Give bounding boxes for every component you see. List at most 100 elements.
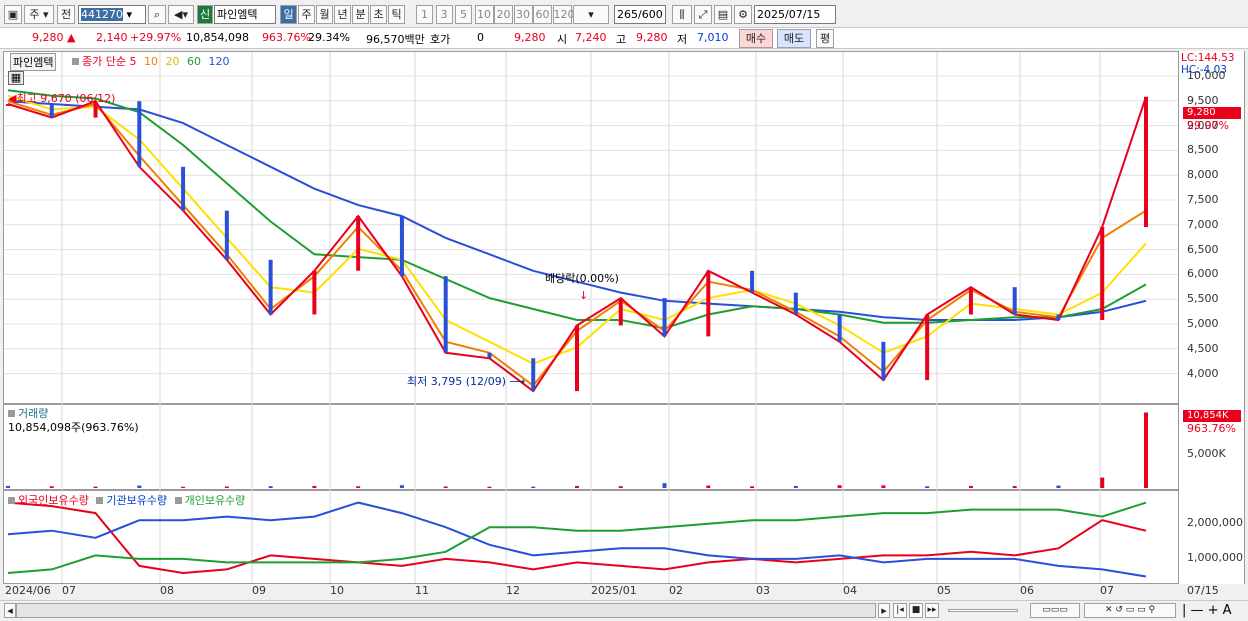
candle-bar	[837, 314, 842, 342]
chart-svg	[4, 52, 1178, 583]
candle-bar	[268, 259, 273, 315]
price-pane-title[interactable]: 파인엠텍	[10, 53, 57, 71]
legend-marker-icon	[96, 497, 104, 504]
low-note: 최저 3,795 (12/09)	[407, 375, 507, 388]
low-annotation: 최저 3,795 (12/09) ⟶	[407, 375, 526, 388]
ma-5-label: 5	[129, 55, 137, 68]
volume-tag: 10,854K	[1183, 410, 1241, 422]
x-axis-label: 03	[756, 584, 770, 597]
holder-ytick-2m: 2,000,000	[1187, 516, 1243, 529]
price-ytick: 8,500	[1187, 143, 1219, 157]
x-axis-label: 02	[669, 584, 683, 597]
foreign-label: 외국인보유수량	[18, 494, 89, 507]
price-ytick: 6,000	[1187, 267, 1219, 281]
volume-bar	[137, 485, 142, 488]
price-ytick: 10,000	[1187, 69, 1226, 82]
x-axis-label: 07/15	[1187, 584, 1219, 597]
candle-bar	[443, 276, 448, 353]
candle-bar	[793, 292, 798, 315]
price-ytick: 6,500	[1187, 242, 1219, 256]
volume-bar	[575, 485, 579, 488]
x-axis-label: 11	[415, 584, 429, 597]
candle-bar	[618, 298, 623, 326]
volume-bar	[881, 485, 886, 488]
price-ytick: 7,000	[1187, 217, 1219, 231]
x-axis-label: 07	[62, 584, 76, 597]
stop-icon[interactable]: ■	[909, 603, 923, 618]
candle-bar	[750, 270, 755, 293]
first-icon[interactable]: |◂	[893, 603, 907, 618]
volume-bar	[93, 486, 98, 488]
scroll-right-icon[interactable]: ▸	[878, 603, 890, 618]
volume-bar	[268, 486, 273, 488]
ma-line-120	[7, 100, 1147, 321]
retail-label: 개인보유수량	[184, 494, 246, 507]
x-axis-label: 09	[252, 584, 266, 597]
volume-bar	[662, 483, 667, 488]
candle-bar	[706, 270, 711, 337]
volume-bar	[750, 486, 755, 488]
forward-icon[interactable]: ▸▸	[925, 603, 939, 618]
volume-bar	[443, 486, 448, 488]
ma-label: 종가 단순	[82, 55, 126, 68]
legend-marker-icon	[72, 58, 79, 65]
ma-20-label: 20	[165, 55, 180, 68]
ma-60-label: 60	[186, 55, 201, 68]
volume-bar	[487, 486, 492, 488]
candle-bar	[356, 216, 361, 271]
high-note: 최고 9,670 (06/12)	[16, 92, 116, 105]
volume-bar	[399, 485, 404, 488]
pct-tag: 29.97%	[1187, 119, 1229, 132]
ma-120-label: 120	[208, 55, 230, 68]
candle-bar	[399, 216, 404, 277]
volume-bar	[837, 485, 842, 488]
layout-icons[interactable]: ▭▭▭	[1030, 603, 1080, 618]
holder-ytick-1m: 1,000,000	[1187, 551, 1243, 564]
zoom-slider[interactable]	[948, 609, 1018, 612]
x-axis-label: 12	[506, 584, 520, 597]
volume-bar	[1144, 412, 1148, 488]
x-axis-label: 08	[160, 584, 174, 597]
ma-10-label: 10	[143, 55, 158, 68]
tool-icons[interactable]: ✕ ↺ ▭ ▭ ⚲	[1084, 603, 1176, 618]
holder-line-외국인보유수량	[7, 501, 1147, 575]
candle-bar	[1012, 287, 1017, 315]
x-axis-label: 07	[1100, 584, 1114, 597]
dividend-annotation: 배당락(0.00%)	[545, 272, 619, 285]
volume-bar	[618, 486, 623, 488]
volume-bar	[1056, 485, 1061, 488]
scroll-left-icon[interactable]: ◂	[4, 603, 16, 618]
volume-ytick: 5,000K	[1187, 447, 1226, 460]
volume-bar	[706, 485, 711, 488]
candle-bar	[487, 352, 492, 359]
price-ytick: 8,000	[1187, 168, 1219, 182]
volume-bar	[224, 486, 229, 488]
candle-bar	[662, 298, 667, 337]
legend-marker-icon	[8, 497, 15, 504]
volume-bar	[793, 485, 798, 488]
candle-bar	[1100, 227, 1105, 320]
price-ytick: 7,500	[1187, 193, 1219, 206]
x-axis-label: 06	[1020, 584, 1034, 597]
volume-value-label: 10,854,098주(963.76%)	[8, 421, 139, 434]
candle-bar	[881, 341, 886, 381]
volume-bar	[968, 485, 973, 488]
x-axis-label: 2024/06	[5, 584, 51, 597]
holder-line-기관보유수량	[7, 501, 1147, 578]
lc-label: LC:144.53	[1181, 52, 1235, 64]
candle-bar	[181, 166, 186, 211]
volume-bar	[312, 485, 317, 488]
volume-bar	[925, 486, 930, 488]
candle-bar	[49, 103, 54, 118]
dividend-arrow-icon: ↓	[579, 289, 589, 302]
candle-bar	[137, 101, 142, 167]
bottom-bar: ◂ ▸ |◂ ■ ▸▸ ▭▭▭ ✕ ↺ ▭ ▭ ⚲ | — + A	[0, 600, 1248, 621]
volume-pct: 963.76%	[1187, 422, 1236, 435]
ma-legend: 종가 단순 5 10 20 60 120	[72, 53, 229, 69]
x-axis-label: 10	[330, 584, 344, 597]
volume-bar	[6, 485, 10, 488]
grid-icon[interactable]: ▦	[8, 71, 24, 85]
candle-bar	[224, 210, 229, 260]
zoom-controls[interactable]: | — + A	[1182, 603, 1232, 618]
scrollbar-track[interactable]	[16, 603, 876, 618]
